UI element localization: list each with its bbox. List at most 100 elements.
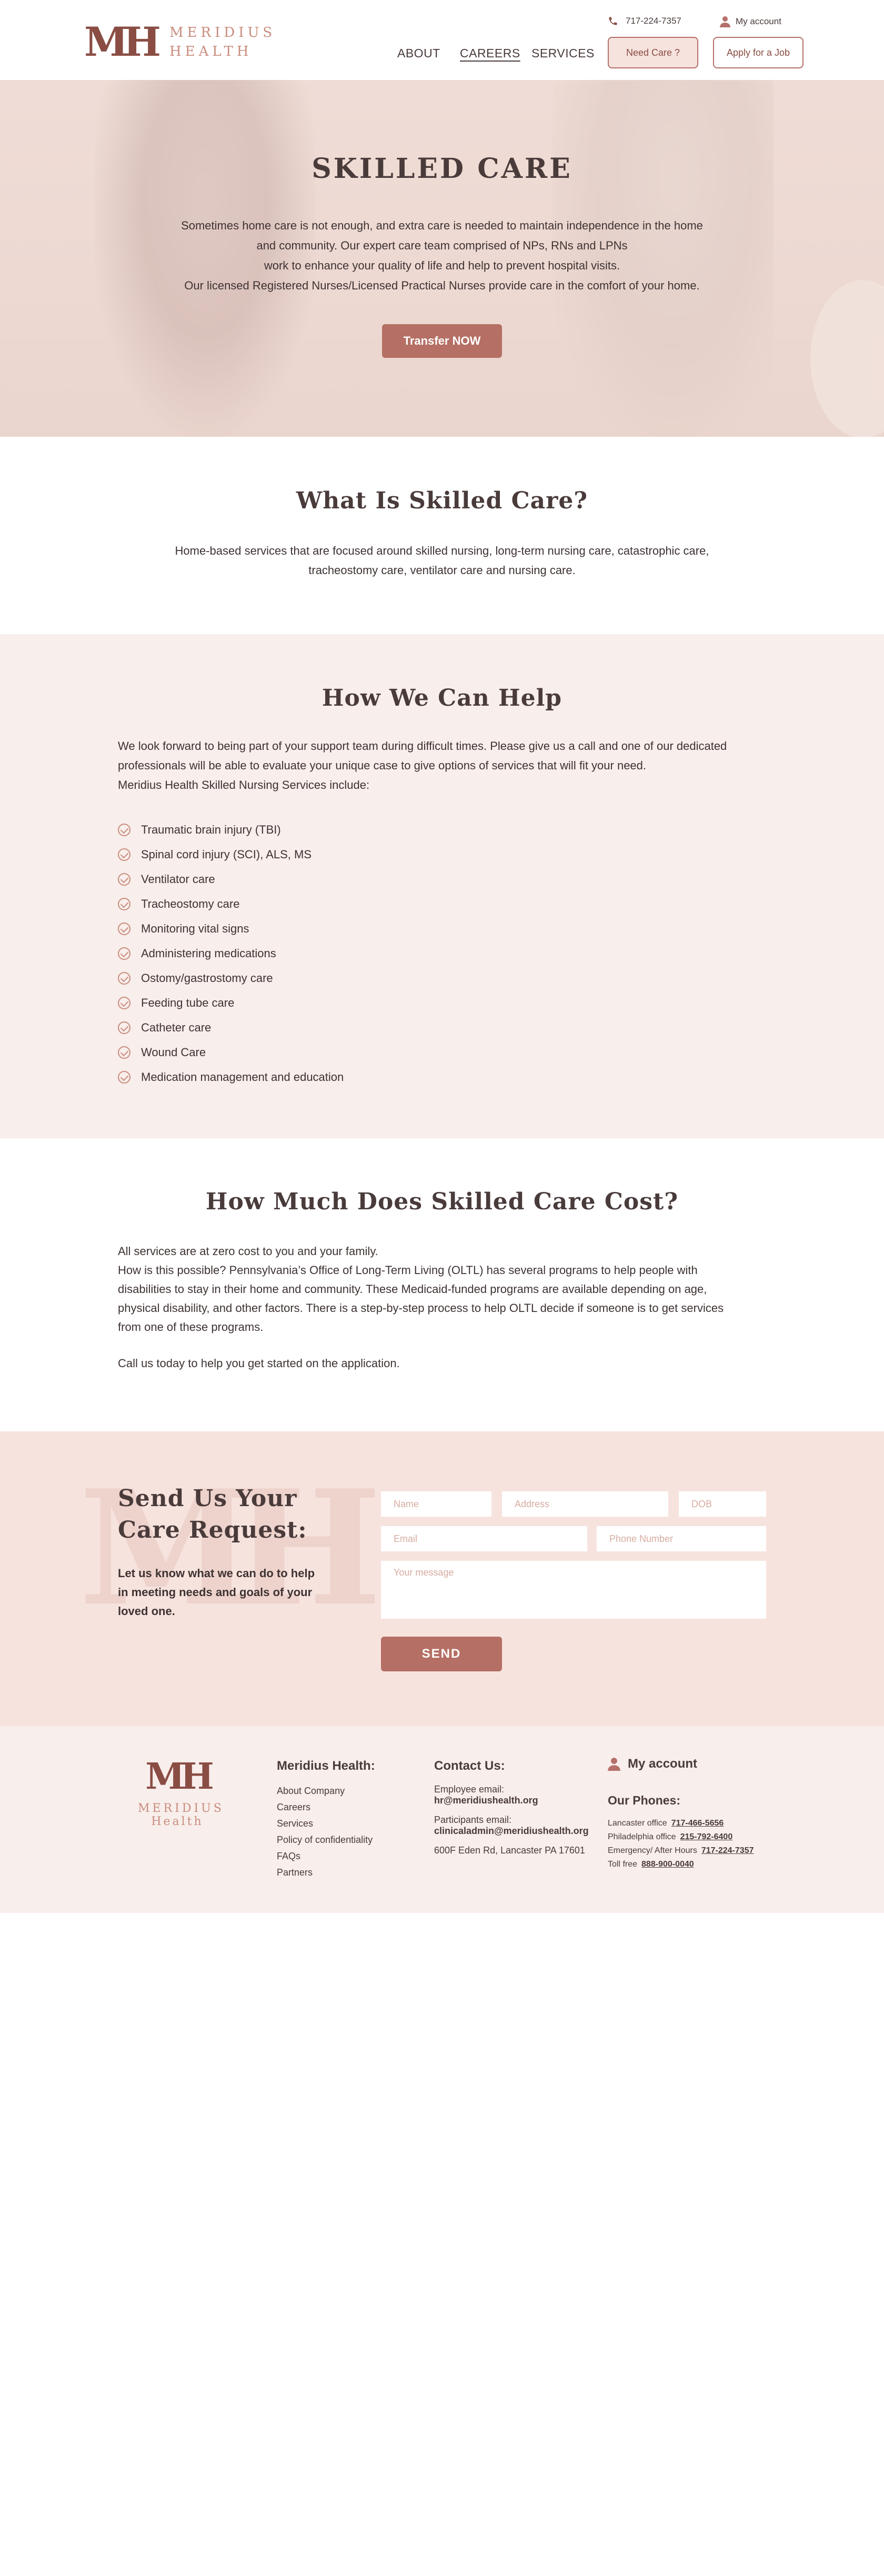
services-list: Traumatic brain injury (TBI) Spinal cord… (118, 817, 344, 1089)
footer-link-policy[interactable]: Policy of confidentiality (277, 1832, 373, 1848)
list-item: Feeding tube care (118, 990, 344, 1015)
footer-phones-list: Lancaster office 717-466-5656 Philadelphi… (608, 1817, 754, 1871)
hero-description: Sometimes home care is not enough, and e… (153, 216, 731, 296)
footer-address: 600F Eden Rd, Lancaster PA 17601 (434, 1845, 585, 1856)
footer-account-link[interactable]: My account (608, 1757, 697, 1771)
check-circle-icon (118, 1070, 130, 1084)
send-button[interactable]: SEND (381, 1637, 502, 1671)
list-item: Wound Care (118, 1040, 344, 1065)
phone-icon (609, 17, 617, 25)
footer-company-links: About Company Careers Services Policy of… (277, 1783, 373, 1881)
name-input[interactable]: Name (381, 1491, 491, 1517)
phone-label: Philadelphia office (608, 1832, 676, 1841)
header-account-label: My account (736, 16, 781, 26)
check-circle-icon (118, 922, 130, 935)
phone-input[interactable]: Phone Number (597, 1526, 766, 1551)
phone-row: Toll free 888-900-0040 (608, 1858, 754, 1871)
logo[interactable]: MH MERIDIUS HEALTH (84, 22, 276, 62)
list-item: Catheter care (118, 1015, 344, 1040)
list-item-label: Ostomy/gastrostomy care (141, 971, 273, 985)
nav-about[interactable]: ABOUT (397, 46, 440, 61)
address-input[interactable]: Address (502, 1491, 668, 1517)
check-circle-icon (118, 947, 130, 960)
transfer-now-button[interactable]: Transfer NOW (382, 324, 502, 358)
how-we-help-title: How We Can Help (322, 685, 562, 711)
footer-logo-line-1: MERIDIUS (138, 1802, 224, 1815)
services-intro: Meridius Health Skilled Nursing Services… (118, 778, 370, 791)
apply-job-button[interactable]: Apply for a Job (713, 37, 803, 68)
footer-link-services[interactable]: Services (277, 1816, 373, 1832)
header-account-link[interactable]: My account (720, 16, 781, 27)
phone-number-link[interactable]: 717-224-7357 (701, 1846, 754, 1855)
employee-email-link[interactable]: hr@meridiushealth.org (434, 1795, 602, 1806)
list-item-label: Monitoring vital signs (141, 921, 249, 935)
check-circle-icon (118, 848, 130, 861)
phone-number-link[interactable]: 888-900-0040 (641, 1860, 694, 1869)
logo-wordmark: MERIDIUS HEALTH (156, 23, 276, 61)
list-item: Medication management and education (118, 1065, 344, 1089)
logo-mark: MH (84, 18, 161, 65)
dob-input[interactable]: DOB (679, 1491, 766, 1517)
list-item: Ventilator care (118, 867, 344, 891)
footer-link-about[interactable]: About Company (277, 1783, 373, 1799)
email-input[interactable]: Email (381, 1526, 587, 1551)
user-icon (608, 1758, 620, 1771)
check-circle-icon (118, 971, 130, 985)
phone-number-link[interactable]: 215-792-6400 (680, 1832, 733, 1841)
need-care-button[interactable]: Need Care ? (608, 37, 698, 68)
list-item-label: Catheter care (141, 1020, 212, 1034)
check-circle-icon (118, 873, 130, 886)
footer-logo-mark: MH (145, 1756, 214, 1798)
cost-call-to-action: Call us today to help you get started on… (118, 1357, 400, 1370)
cost-title: How Much Does Skilled Care Cost? (205, 1188, 679, 1215)
phone-label: Toll free (608, 1860, 638, 1869)
footer-logo-line-2: Health (151, 1815, 204, 1828)
check-circle-icon (118, 1046, 130, 1059)
care-request-title-line-1: Send Us Your (118, 1485, 297, 1512)
list-item: Ostomy/gastrostomy care (118, 966, 344, 990)
list-item-label: Traumatic brain injury (TBI) (141, 823, 281, 836)
phone-label: Lancaster office (608, 1819, 667, 1828)
cost-line-1: All services are at zero cost to you and… (118, 1245, 378, 1258)
message-textarea[interactable]: Your message (381, 1561, 766, 1619)
participants-email-label: Participants email: (434, 1815, 512, 1825)
footer-company-title: Meridius Health: (277, 1759, 375, 1773)
help-intro-text: We look forward to being part of your su… (118, 739, 727, 772)
how-we-help-section: How We Can Help We look forward to being… (0, 634, 884, 1138)
how-we-help-intro: We look forward to being part of your su… (118, 736, 739, 795)
list-item-label: Ventilator care (141, 872, 215, 886)
nav-careers[interactable]: CAREERS (460, 46, 520, 61)
employee-email-label: Employee email: (434, 1784, 505, 1795)
footer-link-partners[interactable]: Partners (277, 1865, 373, 1881)
care-request-title: Send Us Your Care Request: (118, 1483, 307, 1546)
cost-line-2: How is this possible? Pennsylvania’s Off… (118, 1264, 724, 1334)
check-circle-icon (118, 1021, 130, 1034)
check-circle-icon (118, 897, 130, 910)
footer-logo[interactable]: MH MERIDIUS Health (138, 1756, 224, 1828)
site-footer: MH MERIDIUS Health Meridius Health: Abou… (0, 1726, 884, 1913)
list-item-label: Tracheostomy care (141, 897, 240, 910)
footer-link-careers[interactable]: Careers (277, 1799, 373, 1816)
list-item: Tracheostomy care (118, 891, 344, 916)
care-request-section: MH Send Us Your Care Request: Let us kno… (0, 1431, 884, 1726)
check-circle-icon (118, 996, 130, 1009)
footer-link-faqs[interactable]: FAQs (277, 1848, 373, 1865)
phone-row: Philadelphia office 215-792-6400 (608, 1830, 754, 1844)
what-is-text: Home-based services that are focused aro… (175, 544, 709, 577)
list-item: Spinal cord injury (SCI), ALS, MS (118, 842, 344, 867)
footer-account-label: My account (628, 1757, 698, 1771)
phone-number-link[interactable]: 717-466-5656 (671, 1819, 724, 1828)
phone-label: Emergency/ After Hours (608, 1846, 697, 1855)
participants-email-link[interactable]: clinicaladmin@meridiushealth.org (434, 1826, 602, 1837)
list-item: Traumatic brain injury (TBI) (118, 817, 344, 842)
header-phone-link[interactable]: 717-224-7357 (608, 16, 681, 26)
cost-text: All services are at zero cost to you and… (118, 1242, 739, 1337)
hero-line: and community. Our expert care team comp… (256, 239, 628, 252)
footer-phones-title: Our Phones: (608, 1793, 681, 1807)
list-item: Administering medications (118, 941, 344, 966)
nav-services[interactable]: SERVICES (531, 46, 595, 61)
header-phone-number: 717-224-7357 (626, 16, 681, 26)
hero-line: work to enhance your quality of life and… (264, 259, 620, 272)
logo-line-1: MERIDIUS (169, 25, 276, 41)
list-item-label: Feeding tube care (141, 996, 235, 1009)
